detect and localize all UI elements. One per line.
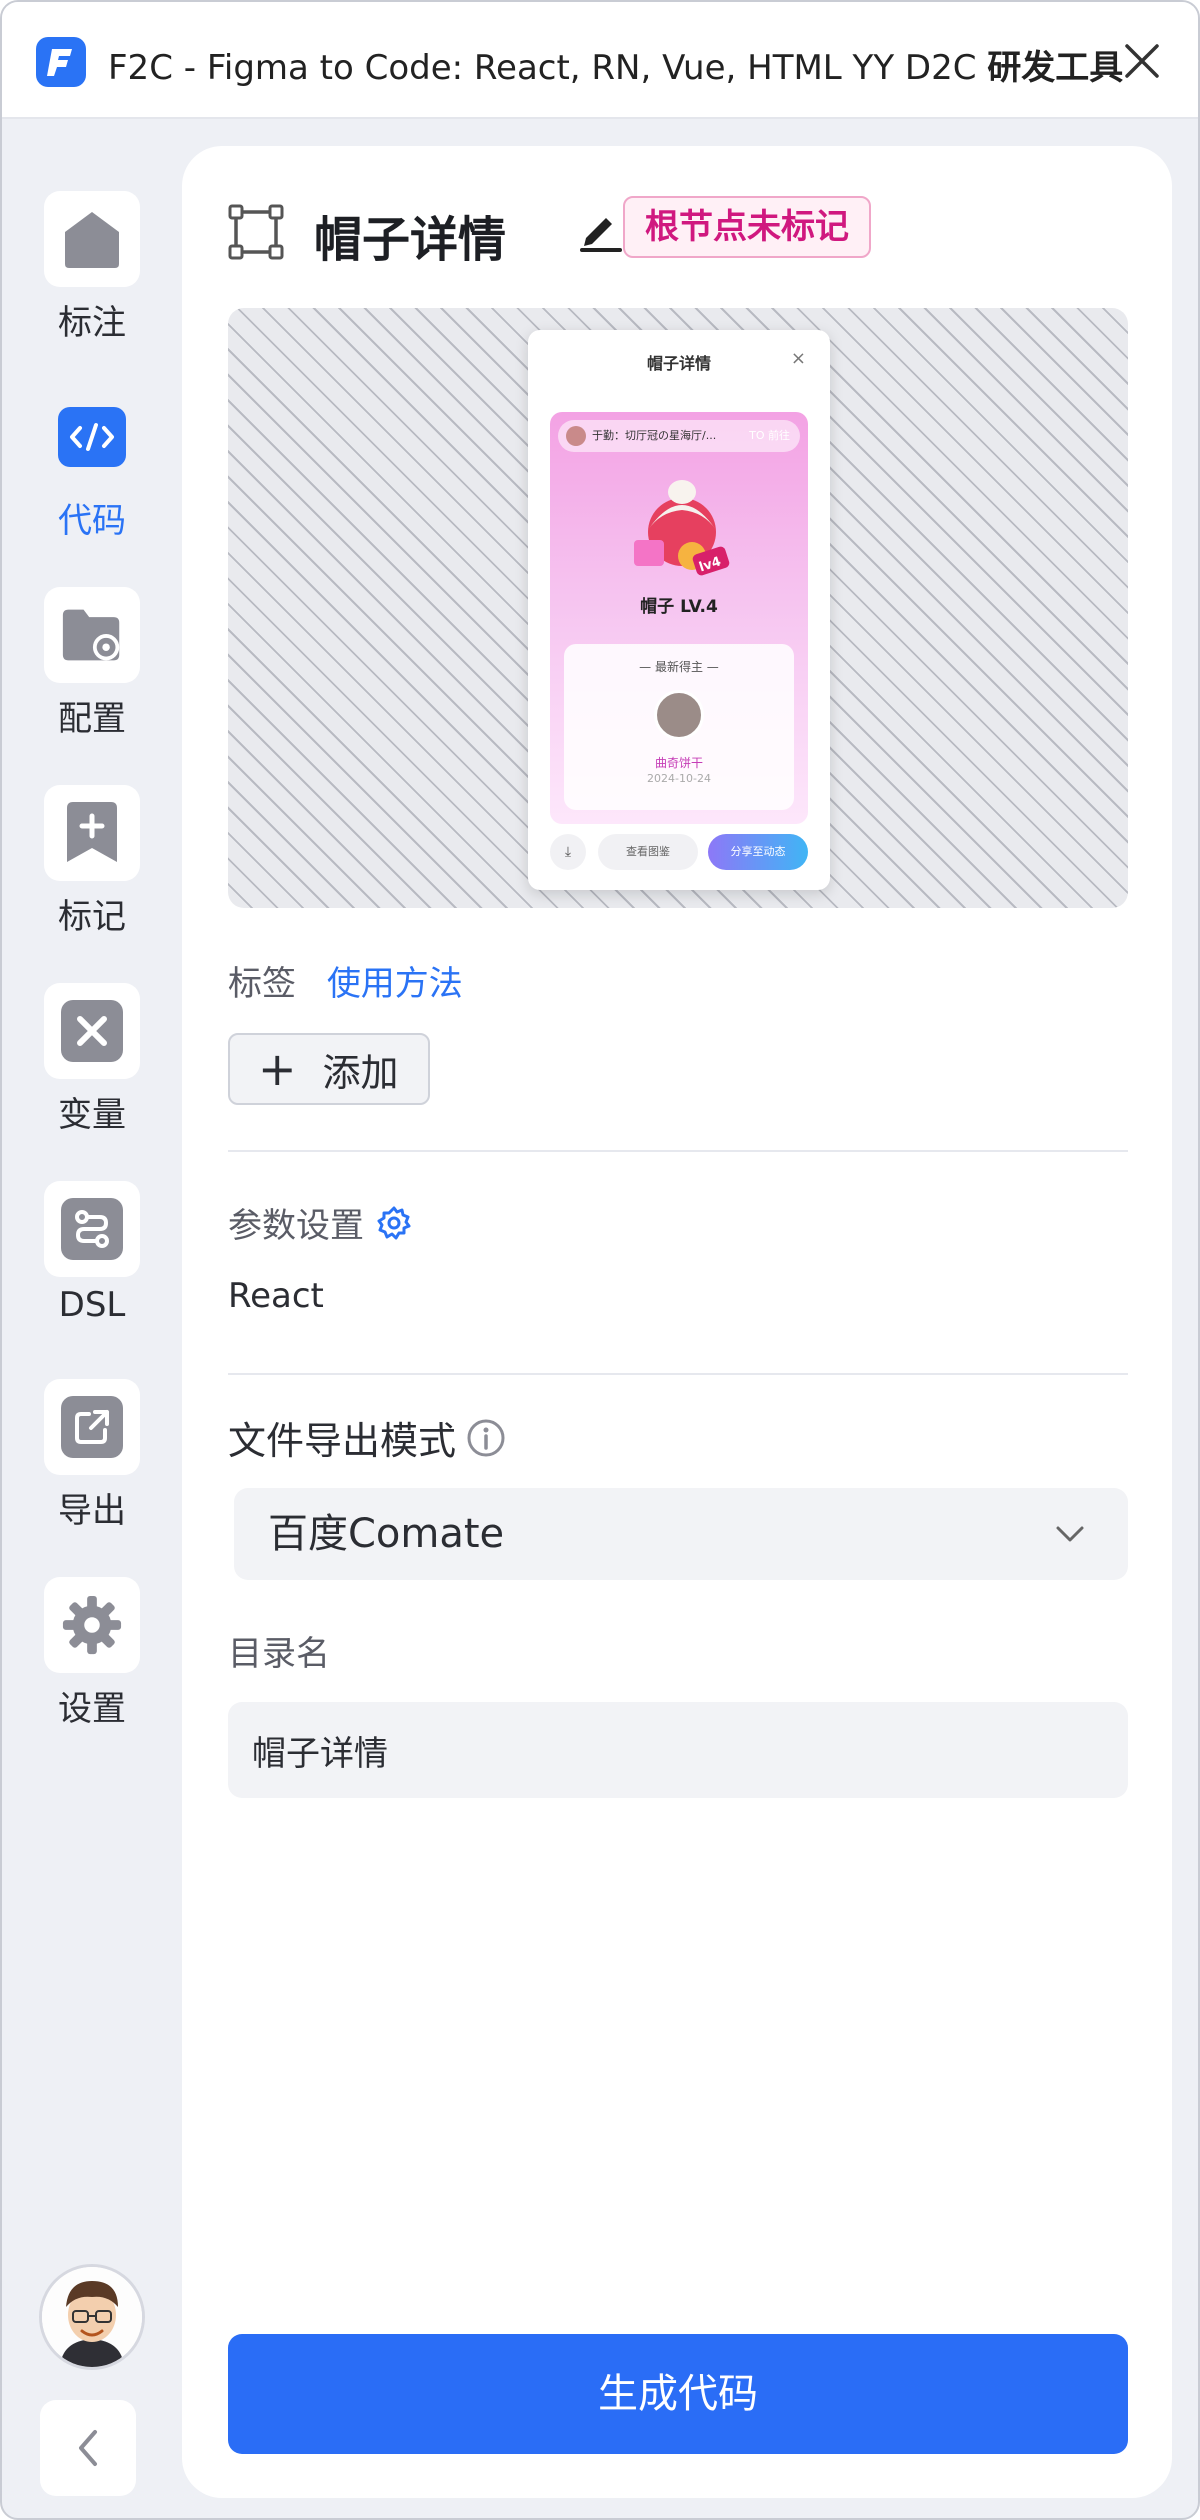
user-avatar[interactable] — [39, 2264, 145, 2370]
preview-winner-title: — 最新得主 — — [639, 660, 719, 674]
f2c-logo-icon — [36, 37, 86, 87]
sidebar-item-mark[interactable]: 标记 — [40, 785, 144, 938]
preview-banner-link: TO 前往 — [749, 429, 790, 442]
divider — [228, 1150, 1128, 1152]
folder-settings-icon — [61, 604, 123, 666]
usage-link[interactable]: 使用方法 — [327, 964, 463, 1004]
sidebar-item-label: 标注 — [58, 303, 126, 343]
node-title: 帽子详情 — [314, 212, 507, 268]
download-icon: ⤓ — [550, 834, 586, 870]
title-bar: F2C - Figma to Code: React, RN, Vue, HTM… — [2, 2, 1198, 119]
tags-label: 标签 — [228, 964, 296, 1004]
preview-view-button: 查看图鉴 — [598, 834, 698, 870]
edit-icon[interactable] — [578, 208, 622, 252]
directory-label: 目录名 — [228, 1634, 330, 1674]
sidebar-item-label: 导出 — [58, 1491, 126, 1531]
bookmark-add-icon — [61, 802, 123, 864]
sidebar-item-label: 设置 — [58, 1689, 126, 1729]
sidebar-item-label: DSL — [58, 1285, 126, 1325]
directory-input[interactable] — [228, 1702, 1128, 1798]
preview-title: 帽子详情 — [646, 354, 711, 373]
preview-banner: 于勤：切厅冠の星海厅/... TO 前往 — [558, 420, 800, 452]
variable-icon — [61, 1000, 123, 1062]
preview-card: 帽子详情 × 于勤：切厅冠の星海厅/... TO 前往 lv4 帽子 LV.4 … — [528, 330, 830, 890]
add-tag-label: 添加 — [322, 1050, 399, 1095]
generate-code-button[interactable]: 生成代码 — [228, 2334, 1128, 2454]
export-mode-value: 百度Comate — [268, 1511, 505, 1557]
preview-winner-avatar — [654, 690, 704, 740]
plus-icon: + — [258, 1042, 297, 1096]
gear-icon[interactable] — [376, 1205, 412, 1241]
preview-winner-date: 2024-10-24 — [647, 772, 711, 785]
chevron-down-icon — [1056, 1526, 1084, 1542]
preview-banner-text: 于勤：切厅冠の星海厅/... — [592, 429, 717, 442]
framework-value: React — [228, 1276, 324, 1316]
sidebar-item-label: 标记 — [58, 897, 126, 937]
divider — [228, 1373, 1128, 1375]
preview-hero: 于勤：切厅冠の星海厅/... TO 前往 lv4 帽子 LV.4 — 最新得主 … — [550, 412, 808, 824]
sidebar-item-label: 变量 — [58, 1095, 126, 1135]
preview-banner-avatar — [566, 426, 586, 446]
close-button[interactable] — [1117, 36, 1167, 86]
preview-share-button: 分享至动态 — [708, 834, 808, 870]
info-icon[interactable] — [466, 1418, 506, 1458]
export-mode-row: 文件导出模式 — [228, 1410, 506, 1465]
app-window: F2C - Figma to Code: React, RN, Vue, HTM… — [0, 0, 1200, 2520]
gear-icon — [61, 1594, 123, 1656]
home-icon — [61, 208, 123, 270]
close-icon — [1125, 44, 1159, 78]
frame-icon — [228, 204, 284, 260]
sidebar-item-code[interactable]: 代码 — [40, 389, 144, 542]
chevron-left-icon — [79, 2430, 97, 2466]
params-label: 参数设置 — [228, 1206, 364, 1246]
sidebar: 标注 代码 配置 标记 变量 DSL 导出 设置 — [2, 119, 182, 2518]
sidebar-item-label: 代码 — [58, 501, 126, 541]
status-badge: 根节点未标记 — [623, 196, 871, 258]
params-row: 参数设置 — [228, 1198, 412, 1247]
hat-image: lv4 — [634, 480, 730, 575]
preview-winner-name: 曲奇饼干 — [654, 756, 703, 770]
sidebar-item-annotate[interactable]: 标注 — [40, 191, 144, 344]
add-tag-button[interactable]: + 添加 — [228, 1033, 430, 1105]
sidebar-item-variable[interactable]: 变量 — [40, 983, 144, 1136]
sidebar-item-settings[interactable]: 设置 — [40, 1577, 144, 1730]
sidebar-item-label: 配置 — [58, 699, 126, 739]
code-icon — [58, 407, 126, 467]
preview-actions: ⤓ 查看图鉴 分享至动态 — [550, 834, 808, 870]
preview-item-name: 帽子 LV.4 — [640, 597, 718, 617]
sidebar-item-config[interactable]: 配置 — [40, 587, 144, 740]
node-header: 帽子详情 根节点未标记 — [228, 196, 1128, 268]
export-mode-select[interactable]: 百度Comate — [234, 1488, 1128, 1580]
design-preview: 帽子详情 × 于勤：切厅冠の星海厅/... TO 前往 lv4 帽子 LV.4 … — [228, 308, 1128, 908]
window-title: F2C - Figma to Code: React, RN, Vue, HTM… — [108, 48, 1124, 88]
sidebar-item-dsl[interactable]: DSL — [40, 1181, 144, 1325]
sidebar-item-export[interactable]: 导出 — [40, 1379, 144, 1532]
export-mode-label: 文件导出模式 — [228, 1419, 457, 1463]
code-panel: 帽子详情 根节点未标记 帽子详情 × 于勤：切厅冠の星海厅/... TO 前往 — [182, 146, 1172, 2498]
collapse-sidebar-button[interactable] — [40, 2400, 136, 2496]
preview-winner-box: — 最新得主 — 曲奇饼干 2024-10-24 — [564, 644, 794, 810]
export-icon — [61, 1396, 123, 1458]
route-icon — [61, 1198, 123, 1260]
tags-row: 标签 使用方法 — [228, 956, 463, 1005]
preview-close-icon: × — [790, 348, 806, 369]
